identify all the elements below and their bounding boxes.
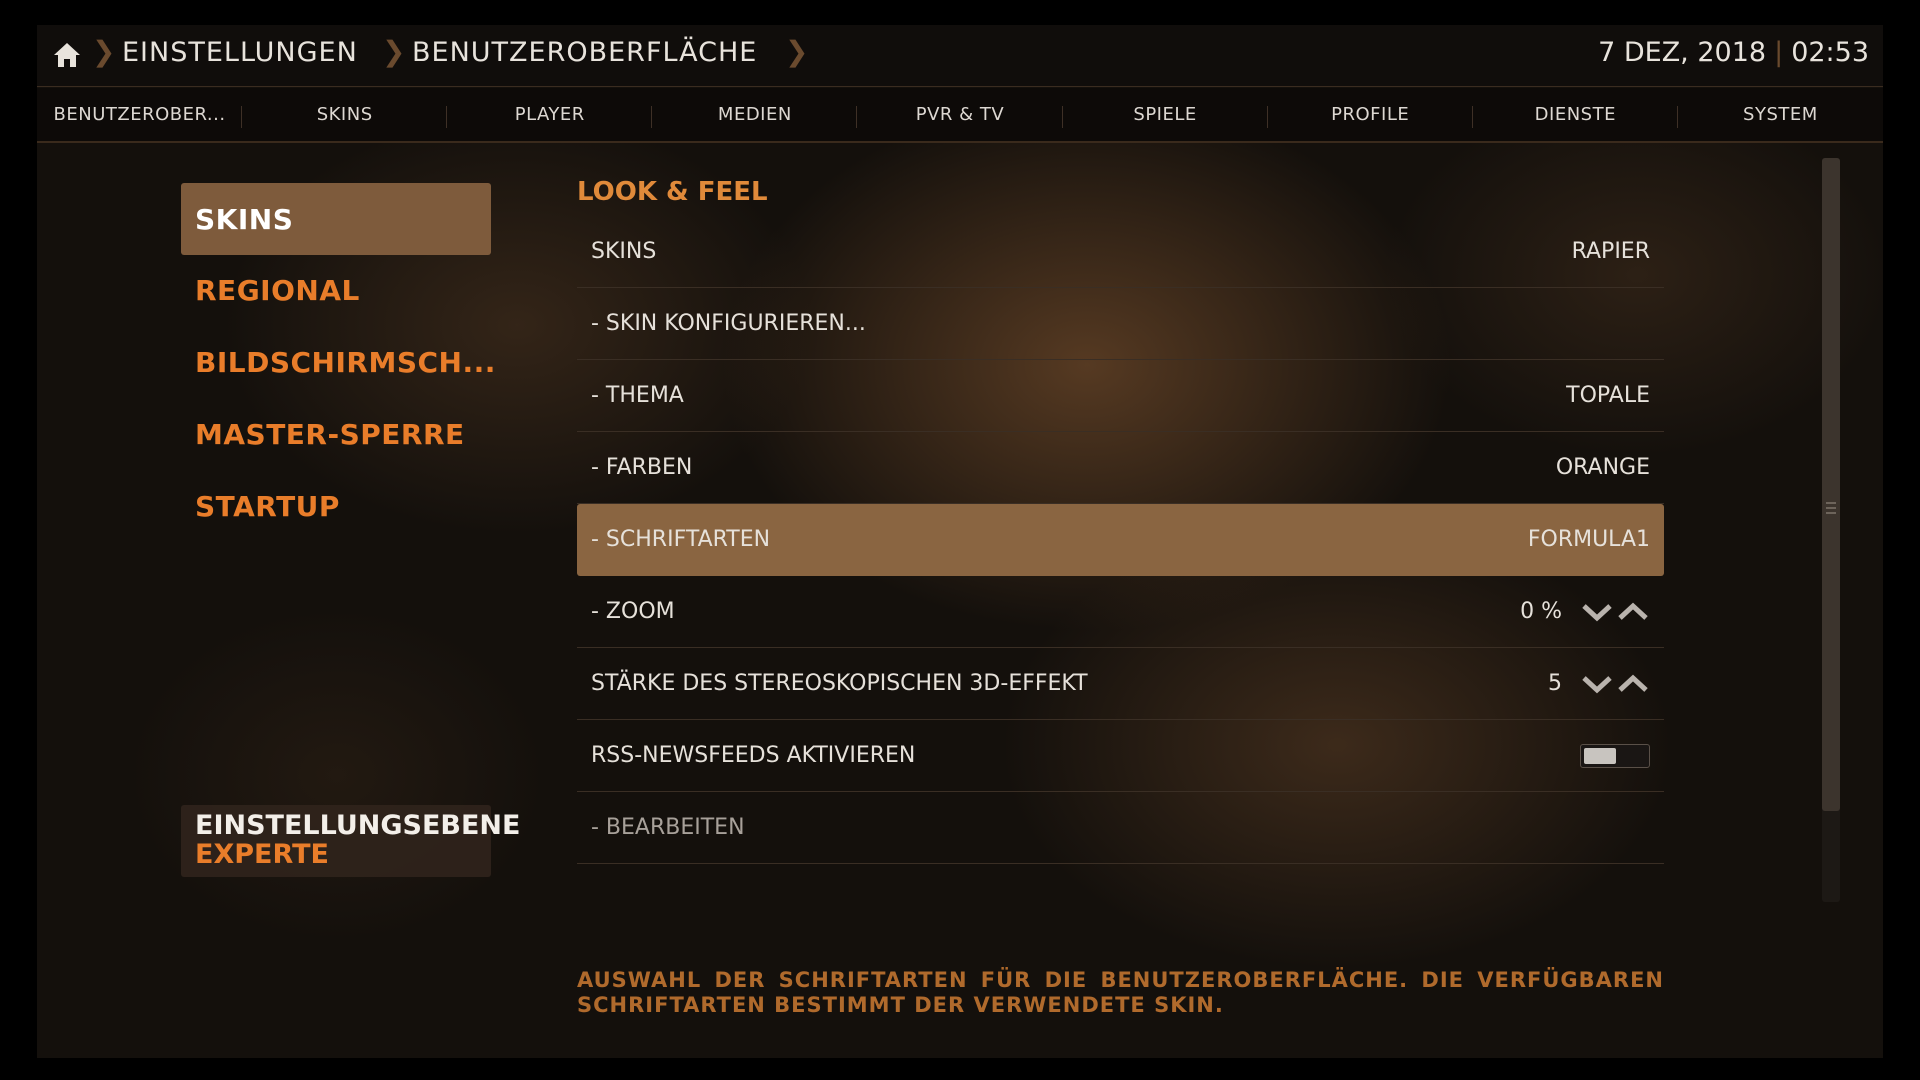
settings-level-value: EXPERTE bbox=[195, 839, 329, 870]
scrollbar-grip bbox=[1826, 502, 1836, 504]
breadcrumb-separator-icon: ❯ bbox=[92, 35, 116, 68]
category-item-startup[interactable]: STARTUP bbox=[181, 470, 491, 542]
chevron-down-icon[interactable] bbox=[1580, 601, 1614, 623]
rss-toggle[interactable] bbox=[1580, 743, 1650, 768]
setting-label: STÄRKE DES STEREOSKOPISCHEN 3D-EFFEKT bbox=[591, 671, 1088, 696]
home-icon[interactable] bbox=[51, 39, 83, 71]
header-bar: ❯ EINSTELLUNGEN ❯ BENUTZEROBERFLÄCHE ❯ 7… bbox=[37, 25, 1883, 143]
topbar: ❯ EINSTELLUNGEN ❯ BENUTZEROBERFLÄCHE ❯ 7… bbox=[37, 25, 1883, 87]
chevron-down-icon[interactable] bbox=[1580, 673, 1614, 695]
tab-profiles[interactable]: PROFILE bbox=[1268, 88, 1473, 141]
setting-label: - FARBEN bbox=[591, 455, 693, 480]
setting-value: TOPALE bbox=[1566, 383, 1650, 408]
breadcrumb-interface: BENUTZEROBERFLÄCHE bbox=[412, 37, 758, 68]
setting-label: - BEARBEITEN bbox=[591, 815, 745, 840]
zoom-spinner bbox=[1580, 601, 1650, 623]
tab-interface[interactable]: BENUTZEROBER... bbox=[37, 88, 243, 141]
category-item-screensaver[interactable]: BILDSCHIRMSCH... bbox=[181, 326, 495, 398]
tab-player[interactable]: PLAYER bbox=[447, 88, 653, 141]
setting-rss-edit[interactable]: - BEARBEITEN bbox=[577, 792, 1664, 864]
date-time-divider: | bbox=[1774, 37, 1784, 68]
setting-configure-skin[interactable]: - SKIN KONFIGURIEREN... bbox=[577, 288, 1664, 360]
tab-skins[interactable]: SKINS bbox=[242, 88, 448, 141]
setting-label: - THEMA bbox=[591, 383, 684, 408]
category-item-master-lock[interactable]: MASTER-SPERRE bbox=[181, 398, 491, 470]
category-tabs: BENUTZEROBER... SKINS PLAYER MEDIEN PVR … bbox=[37, 88, 1883, 143]
setting-fonts[interactable]: - SCHRIFTARTEN FORMULA1 bbox=[577, 504, 1664, 576]
breadcrumb-settings[interactable]: EINSTELLUNGEN bbox=[122, 37, 358, 68]
stereo-spinner bbox=[1580, 673, 1650, 695]
category-item-skins[interactable]: SKINS bbox=[181, 183, 491, 255]
setting-stereoscopic-strength[interactable]: STÄRKE DES STEREOSKOPISCHEN 3D-EFFEKT 5 bbox=[577, 648, 1664, 720]
toggle-knob bbox=[1584, 747, 1616, 764]
scrollbar-thumb[interactable] bbox=[1822, 158, 1840, 811]
breadcrumb-separator-icon: ❯ bbox=[785, 35, 809, 68]
section-title: LOOK & FEEL bbox=[577, 177, 768, 207]
setting-value: 5 bbox=[1548, 671, 1562, 696]
setting-rss-enable[interactable]: RSS-NEWSFEEDS AKTIVIEREN bbox=[577, 720, 1664, 792]
tab-games[interactable]: SPIELE bbox=[1063, 88, 1268, 141]
tab-pvr-tv[interactable]: PVR & TV bbox=[857, 88, 1063, 141]
setting-value: 0 % bbox=[1520, 599, 1562, 624]
setting-label: - ZOOM bbox=[591, 599, 675, 624]
time-label: 02:53 bbox=[1791, 37, 1869, 68]
tab-services[interactable]: DIENSTE bbox=[1473, 88, 1678, 141]
setting-label: - SKIN KONFIGURIEREN... bbox=[591, 311, 866, 336]
setting-value: RAPIER bbox=[1571, 239, 1650, 264]
setting-label: SKINS bbox=[591, 239, 657, 264]
setting-skin[interactable]: SKINS RAPIER bbox=[577, 216, 1664, 288]
date-label: 7 DEZ, 2018 bbox=[1598, 37, 1767, 68]
setting-value: FORMULA1 bbox=[1527, 527, 1650, 552]
scrollbar-grip bbox=[1826, 507, 1836, 509]
setting-value: ORANGE bbox=[1555, 455, 1650, 480]
category-item-regional[interactable]: REGIONAL bbox=[181, 254, 491, 326]
chevron-up-icon[interactable] bbox=[1616, 601, 1650, 623]
scrollbar-grip bbox=[1826, 512, 1836, 514]
setting-label: RSS-NEWSFEEDS AKTIVIEREN bbox=[591, 743, 916, 768]
setting-description: AUSWAHL DER SCHRIFTARTEN FÜR DIE BENUTZE… bbox=[577, 968, 1664, 1017]
setting-theme[interactable]: - THEMA TOPALE bbox=[577, 360, 1664, 432]
setting-colors[interactable]: - FARBEN ORANGE bbox=[577, 432, 1664, 504]
breadcrumb-separator-icon: ❯ bbox=[382, 35, 406, 68]
settings-list: SKINS RAPIER - SKIN KONFIGURIEREN... - T… bbox=[577, 216, 1664, 864]
tab-system[interactable]: SYSTEM bbox=[1678, 88, 1883, 141]
setting-zoom[interactable]: - ZOOM 0 % bbox=[577, 576, 1664, 648]
date-time: 7 DEZ, 2018 | 02:53 bbox=[1598, 37, 1869, 68]
settings-level-title: EINSTELLUNGSEBENE bbox=[195, 810, 521, 841]
setting-label: - SCHRIFTARTEN bbox=[591, 527, 771, 552]
chevron-up-icon[interactable] bbox=[1616, 673, 1650, 695]
tab-media[interactable]: MEDIEN bbox=[652, 88, 858, 141]
